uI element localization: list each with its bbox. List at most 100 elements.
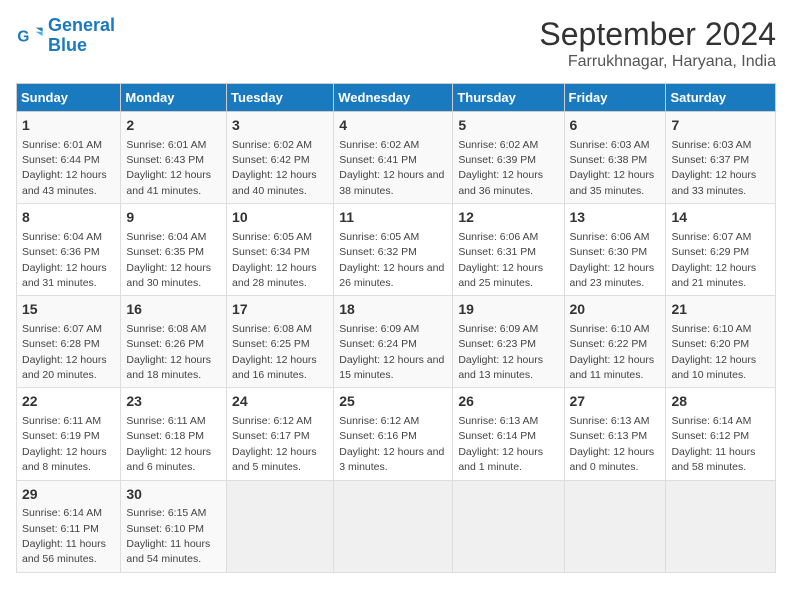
day-number: 29 [22, 485, 115, 505]
calendar-cell: 13 Sunrise: 6:06 AMSunset: 6:30 PMDayligh… [564, 204, 666, 296]
day-number: 21 [671, 300, 770, 320]
day-number: 13 [570, 208, 661, 228]
calendar-cell: 16Sunrise: 6:08 AMSunset: 6:26 PMDayligh… [121, 296, 227, 388]
day-number: 14 [671, 208, 770, 228]
day-number: 11 [339, 208, 447, 228]
day-number: 5 [458, 116, 558, 136]
day-info: Sunrise: 6:02 AMSunset: 6:42 PMDaylight:… [232, 139, 317, 197]
day-number: 6 [570, 116, 661, 136]
calendar-cell: 1Sunrise: 6:01 AMSunset: 6:44 PMDaylight… [17, 112, 121, 204]
day-number: 8 [22, 208, 115, 228]
weekday-header-wednesday: Wednesday [334, 84, 453, 112]
day-number: 23 [126, 392, 221, 412]
calendar-cell: 5 Sunrise: 6:02 AMSunset: 6:39 PMDaylight… [453, 112, 564, 204]
calendar-cell [334, 480, 453, 572]
day-number: 28 [671, 392, 770, 412]
week-row-5: 29Sunrise: 6:14 AMSunset: 6:11 PMDayligh… [17, 480, 776, 572]
day-info: Sunrise: 6:05 AMSunset: 6:34 PMDaylight:… [232, 231, 317, 289]
day-info: Sunrise: 6:04 AMSunset: 6:35 PMDaylight:… [126, 231, 211, 289]
weekday-header-thursday: Thursday [453, 84, 564, 112]
day-info: Sunrise: 6:12 AMSunset: 6:16 PMDaylight:… [339, 415, 444, 473]
calendar-cell: 24 Sunrise: 6:12 AMSunset: 6:17 PMDayligh… [227, 388, 334, 480]
day-number: 12 [458, 208, 558, 228]
title-area: September 2024 Farrukhnagar, Haryana, In… [539, 16, 776, 71]
calendar-cell: 8 Sunrise: 6:04 AMSunset: 6:36 PMDaylight… [17, 204, 121, 296]
calendar-cell: 26 Sunrise: 6:13 AMSunset: 6:14 PMDayligh… [453, 388, 564, 480]
week-row-2: 8 Sunrise: 6:04 AMSunset: 6:36 PMDaylight… [17, 204, 776, 296]
day-info: Sunrise: 6:02 AMSunset: 6:39 PMDaylight:… [458, 139, 543, 197]
calendar-table: SundayMondayTuesdayWednesdayThursdayFrid… [16, 83, 776, 573]
day-info: Sunrise: 6:11 AMSunset: 6:18 PMDaylight:… [126, 415, 211, 473]
calendar-cell: 2Sunrise: 6:01 AMSunset: 6:43 PMDaylight… [121, 112, 227, 204]
day-info: Sunrise: 6:09 AMSunset: 6:24 PMDaylight:… [339, 323, 444, 381]
calendar-cell: 17Sunrise: 6:08 AMSunset: 6:25 PMDayligh… [227, 296, 334, 388]
logo-text: General Blue [48, 16, 115, 56]
day-number: 24 [232, 392, 328, 412]
calendar-cell: 20 Sunrise: 6:10 AMSunset: 6:22 PMDayligh… [564, 296, 666, 388]
week-row-1: 1Sunrise: 6:01 AMSunset: 6:44 PMDaylight… [17, 112, 776, 204]
calendar-cell: 23 Sunrise: 6:11 AMSunset: 6:18 PMDayligh… [121, 388, 227, 480]
calendar-cell: 10 Sunrise: 6:05 AMSunset: 6:34 PMDayligh… [227, 204, 334, 296]
day-info: Sunrise: 6:10 AMSunset: 6:22 PMDaylight:… [570, 323, 655, 381]
day-info: Sunrise: 6:07 AMSunset: 6:28 PMDaylight:… [22, 323, 107, 381]
page-header: G General Blue September 2024 Farrukhnag… [16, 16, 776, 71]
day-info: Sunrise: 6:06 AMSunset: 6:30 PMDaylight:… [570, 231, 655, 289]
weekday-header-sunday: Sunday [17, 84, 121, 112]
day-info: Sunrise: 6:03 AMSunset: 6:38 PMDaylight:… [570, 139, 655, 197]
day-number: 25 [339, 392, 447, 412]
day-number: 18 [339, 300, 447, 320]
calendar-cell: 14Sunrise: 6:07 AMSunset: 6:29 PMDayligh… [666, 204, 776, 296]
day-info: Sunrise: 6:09 AMSunset: 6:23 PMDaylight:… [458, 323, 543, 381]
calendar-cell: 12 Sunrise: 6:06 AMSunset: 6:31 PMDayligh… [453, 204, 564, 296]
calendar-cell: 27Sunrise: 6:13 AMSunset: 6:13 PMDayligh… [564, 388, 666, 480]
calendar-cell: 22 Sunrise: 6:11 AMSunset: 6:19 PMDayligh… [17, 388, 121, 480]
calendar-cell: 7 Sunrise: 6:03 AMSunset: 6:37 PMDaylight… [666, 112, 776, 204]
day-number: 19 [458, 300, 558, 320]
day-info: Sunrise: 6:11 AMSunset: 6:19 PMDaylight:… [22, 415, 107, 473]
calendar-cell: 30Sunrise: 6:15 AMSunset: 6:10 PMDayligh… [121, 480, 227, 572]
day-info: Sunrise: 6:14 AMSunset: 6:12 PMDaylight:… [671, 415, 755, 473]
logo: G General Blue [16, 16, 115, 56]
calendar-cell: 18 Sunrise: 6:09 AMSunset: 6:24 PMDayligh… [334, 296, 453, 388]
calendar-cell: 11 Sunrise: 6:05 AMSunset: 6:32 PMDayligh… [334, 204, 453, 296]
day-info: Sunrise: 6:15 AMSunset: 6:10 PMDaylight:… [126, 507, 210, 565]
calendar-cell: 9Sunrise: 6:04 AMSunset: 6:35 PMDaylight… [121, 204, 227, 296]
day-info: Sunrise: 6:10 AMSunset: 6:20 PMDaylight:… [671, 323, 756, 381]
day-info: Sunrise: 6:06 AMSunset: 6:31 PMDaylight:… [458, 231, 543, 289]
calendar-cell: 6 Sunrise: 6:03 AMSunset: 6:38 PMDaylight… [564, 112, 666, 204]
day-info: Sunrise: 6:04 AMSunset: 6:36 PMDaylight:… [22, 231, 107, 289]
weekday-header-tuesday: Tuesday [227, 84, 334, 112]
weekday-header-friday: Friday [564, 84, 666, 112]
weekday-header-saturday: Saturday [666, 84, 776, 112]
day-number: 3 [232, 116, 328, 136]
calendar-cell: 15Sunrise: 6:07 AMSunset: 6:28 PMDayligh… [17, 296, 121, 388]
day-number: 22 [22, 392, 115, 412]
day-number: 27 [570, 392, 661, 412]
day-info: Sunrise: 6:13 AMSunset: 6:14 PMDaylight:… [458, 415, 543, 473]
day-number: 20 [570, 300, 661, 320]
calendar-cell: 25 Sunrise: 6:12 AMSunset: 6:16 PMDayligh… [334, 388, 453, 480]
calendar-title: September 2024 [539, 16, 776, 53]
weekday-header-row: SundayMondayTuesdayWednesdayThursdayFrid… [17, 84, 776, 112]
day-number: 26 [458, 392, 558, 412]
day-info: Sunrise: 6:03 AMSunset: 6:37 PMDaylight:… [671, 139, 756, 197]
calendar-cell [453, 480, 564, 572]
calendar-cell [564, 480, 666, 572]
day-info: Sunrise: 6:08 AMSunset: 6:25 PMDaylight:… [232, 323, 317, 381]
day-number: 10 [232, 208, 328, 228]
calendar-cell [666, 480, 776, 572]
weekday-header-monday: Monday [121, 84, 227, 112]
logo-icon: G [16, 22, 44, 50]
day-info: Sunrise: 6:05 AMSunset: 6:32 PMDaylight:… [339, 231, 444, 289]
calendar-cell: 4Sunrise: 6:02 AMSunset: 6:41 PMDaylight… [334, 112, 453, 204]
day-info: Sunrise: 6:14 AMSunset: 6:11 PMDaylight:… [22, 507, 106, 565]
day-info: Sunrise: 6:01 AMSunset: 6:44 PMDaylight:… [22, 139, 107, 197]
svg-text:G: G [17, 28, 29, 45]
day-number: 2 [126, 116, 221, 136]
calendar-subtitle: Farrukhnagar, Haryana, India [539, 53, 776, 71]
day-number: 7 [671, 116, 770, 136]
calendar-cell: 3 Sunrise: 6:02 AMSunset: 6:42 PMDaylight… [227, 112, 334, 204]
day-number: 4 [339, 116, 447, 136]
day-number: 16 [126, 300, 221, 320]
day-info: Sunrise: 6:12 AMSunset: 6:17 PMDaylight:… [232, 415, 317, 473]
